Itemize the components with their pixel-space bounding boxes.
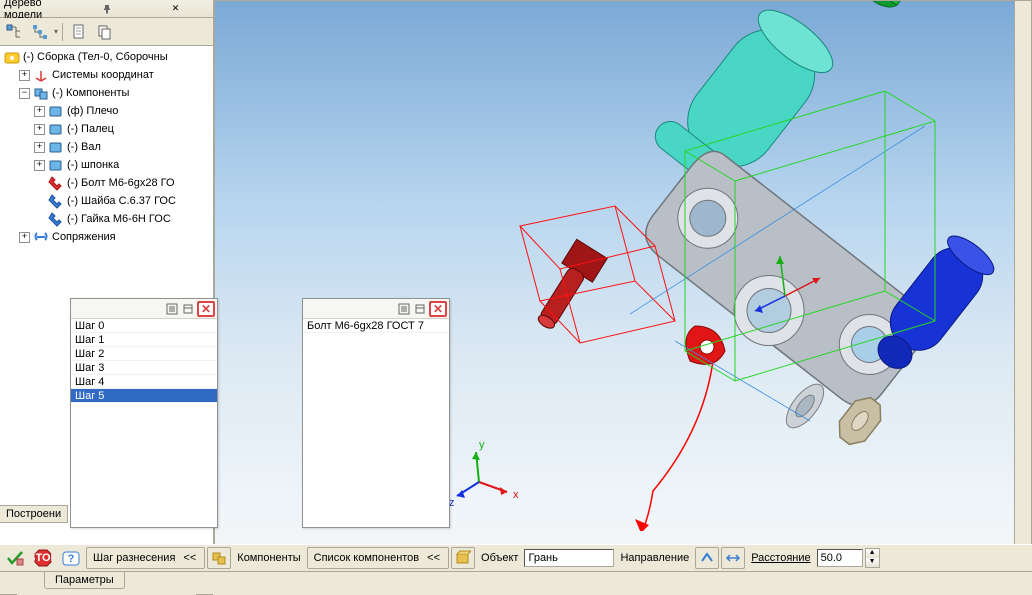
part-icon <box>48 139 64 155</box>
tree-part-val[interactable]: +(-) Вал <box>32 138 211 156</box>
direction-toggle-icon[interactable] <box>695 547 719 569</box>
part-icon <box>48 103 64 119</box>
bottom-tab-bar: Параметры <box>0 572 1032 594</box>
washer-icon <box>48 193 64 209</box>
expand-icon[interactable]: + <box>34 142 45 153</box>
close-icon[interactable]: ✕ <box>142 2 209 16</box>
component-item[interactable]: Болт M6-6gx28 ГОСТ 7 <box>303 319 449 333</box>
expand-icon[interactable]: + <box>34 160 45 171</box>
part-icon <box>48 157 64 173</box>
svg-text:?: ? <box>68 553 75 565</box>
panel-menu-icon[interactable] <box>397 302 411 316</box>
step-spacing-section[interactable]: Шаг разнесения << <box>86 547 205 569</box>
page-icon[interactable] <box>67 21 91 43</box>
step-item[interactable]: Шаг 1 <box>71 333 217 347</box>
step-item[interactable]: Шаг 3 <box>71 361 217 375</box>
tree-part-palec[interactable]: +(-) Палец <box>32 120 211 138</box>
nut-icon <box>48 211 64 227</box>
expand-icon[interactable]: + <box>19 70 30 81</box>
components-button[interactable] <box>207 547 231 569</box>
panel-menu-icon[interactable] <box>165 302 179 316</box>
component-list[interactable]: Болт M6-6gx28 ГОСТ 7 <box>303 319 449 333</box>
viewport-v-scrollbar[interactable] <box>1014 1 1031 576</box>
svg-text:STOP: STOP <box>34 552 52 564</box>
tree-panel-titlebar[interactable]: Дерево модели ✕ <box>0 0 213 18</box>
component-list-panel[interactable]: ✕ Болт M6-6gx28 ГОСТ 7 <box>302 298 450 528</box>
distance-input[interactable] <box>817 549 863 567</box>
chevron-left-icon[interactable]: << <box>179 552 200 564</box>
tree-coord-systems[interactable]: + Системы координат <box>17 66 211 84</box>
tree-part-shaiba[interactable]: (-) Шайба C.6.37 ГОС <box>32 192 211 210</box>
expand-icon[interactable]: + <box>34 106 45 117</box>
chevron-left-icon[interactable]: << <box>423 552 444 564</box>
step-item[interactable]: Шаг 5 <box>71 389 217 403</box>
direction-arrows-icon[interactable] <box>721 547 745 569</box>
stop-icon[interactable]: STOP <box>32 547 54 569</box>
copy-icon[interactable] <box>93 21 117 43</box>
tree-components[interactable]: − (-) Компоненты <box>17 84 211 102</box>
step-list[interactable]: Шаг 0Шаг 1Шаг 2Шаг 3Шаг 4Шаг 5 <box>71 319 217 403</box>
bolt-icon <box>48 175 64 191</box>
close-icon[interactable]: ✕ <box>429 301 447 317</box>
help-icon[interactable]: ? <box>60 549 82 571</box>
coord-sys-icon <box>33 67 49 83</box>
close-icon[interactable]: ✕ <box>197 301 215 317</box>
tree-toolbar: ▾ <box>0 18 213 46</box>
components-icon <box>33 85 49 101</box>
step-item[interactable]: Шаг 2 <box>71 347 217 361</box>
collapse-icon[interactable]: − <box>19 88 30 99</box>
tab-parameters[interactable]: Параметры <box>44 572 125 589</box>
tree-root-assembly[interactable]: (-) Сборка (Тел-0, Сборочны <box>2 48 211 66</box>
expand-icon[interactable]: + <box>19 232 30 243</box>
object-button[interactable] <box>451 547 475 569</box>
matings-icon <box>33 229 49 245</box>
tree-view-icon[interactable] <box>2 21 26 43</box>
components-label: Компоненты <box>233 552 304 564</box>
direction-label: Направление <box>616 552 693 564</box>
expand-icon[interactable]: + <box>34 124 45 135</box>
part-icon <box>48 121 64 137</box>
step-list-panel[interactable]: ✕ Шаг 0Шаг 1Шаг 2Шаг 3Шаг 4Шаг 5 <box>70 298 218 528</box>
object-input[interactable] <box>524 549 614 567</box>
component-list-section[interactable]: Список компонентов << <box>307 547 449 569</box>
tree-hierarchy-icon[interactable] <box>28 21 52 43</box>
side-tab-build[interactable]: Построени <box>0 505 68 523</box>
property-bar: STOP ? Шаг разнесения << Компоненты Спис… <box>0 544 1032 572</box>
step-item[interactable]: Шаг 4 <box>71 375 217 389</box>
step-item[interactable]: Шаг 0 <box>71 319 217 333</box>
tree-part-gaika[interactable]: (-) Гайка M6-6H ГОС <box>32 210 211 228</box>
panel-expand-icon[interactable] <box>413 302 427 316</box>
tree-part-bolt[interactable]: (-) Болт M6-6gx28 ГО <box>32 174 211 192</box>
axis-triad-icon: x y z <box>449 437 519 507</box>
tree-part-shponka[interactable]: +(-) шпонка <box>32 156 211 174</box>
panel-expand-icon[interactable] <box>181 302 195 316</box>
spinner-up-icon[interactable]: ▲ <box>866 549 879 558</box>
distance-label[interactable]: Расстояние <box>747 552 814 564</box>
tree-part-plecho[interactable]: +(ф) Плечо <box>32 102 211 120</box>
pin-icon[interactable] <box>73 2 140 16</box>
assembly-icon <box>4 49 20 65</box>
spinner-down-icon[interactable]: ▼ <box>866 558 879 567</box>
create-op-icon[interactable] <box>4 547 26 569</box>
object-label: Объект <box>477 552 522 564</box>
svg-text:x: x <box>513 489 519 501</box>
svg-text:y: y <box>479 439 485 451</box>
tree-matings[interactable]: + Сопряжения <box>17 228 211 246</box>
